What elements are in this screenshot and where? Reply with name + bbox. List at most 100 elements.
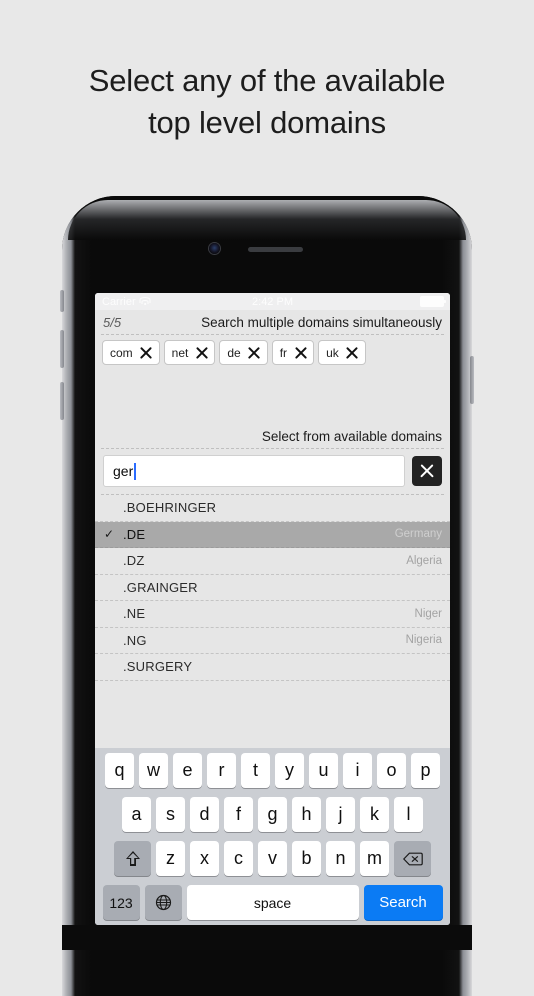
list-item-detail: Nigeria <box>405 634 442 647</box>
list-item[interactable]: ✓ .DZ Algeria <box>95 548 450 575</box>
list-item[interactable]: ✓ .DE Germany <box>95 521 450 548</box>
key-f[interactable]: f <box>224 797 253 832</box>
key-u[interactable]: u <box>309 753 338 788</box>
volume-up-button[interactable] <box>60 330 64 368</box>
domain-token-label: uk <box>326 345 339 360</box>
list-item-detail: Algeria <box>406 554 442 567</box>
list-item[interactable]: ✓ .GRAINGER <box>95 575 450 601</box>
list-item[interactable]: ✓ .NE Niger <box>95 601 450 628</box>
on-screen-keyboard: q w e r t y u i o p a s d f g h j k l z … <box>95 748 450 925</box>
list-item[interactable]: ✓ .SURGERY <box>95 654 450 681</box>
key-t[interactable]: t <box>241 753 270 788</box>
key-b[interactable]: b <box>292 841 321 876</box>
key-m[interactable]: m <box>360 841 389 876</box>
status-bar-clock: 2:42 PM <box>252 295 293 308</box>
list-item-label: .GRAINGER <box>123 579 198 595</box>
key-g[interactable]: g <box>258 797 287 832</box>
list-item-label: .DZ <box>123 553 145 569</box>
selection-counter: 5/5 <box>103 314 122 330</box>
domain-list: ✓ .BOEHRINGER ✓ .DE Germany ✓ .DZ Algeri… <box>95 495 450 728</box>
power-button[interactable] <box>470 356 474 404</box>
key-s[interactable]: s <box>156 797 185 832</box>
app-header: 5/5 Search multiple domains simultaneous… <box>95 310 450 334</box>
key-z[interactable]: z <box>156 841 185 876</box>
close-icon[interactable] <box>248 346 261 359</box>
domain-token-label: fr <box>279 345 288 360</box>
numbers-key[interactable]: 123 <box>102 885 140 920</box>
key-v[interactable]: v <box>258 841 287 876</box>
key-h[interactable]: h <box>292 797 321 832</box>
phone-top-bezel <box>68 200 466 240</box>
key-q[interactable]: q <box>105 753 134 788</box>
key-d[interactable]: d <box>190 797 219 832</box>
key-c[interactable]: c <box>224 841 253 876</box>
key-a[interactable]: a <box>122 797 151 832</box>
screenshot-root: Select any of the available top level do… <box>0 0 534 996</box>
domain-token[interactable]: uk <box>318 340 366 365</box>
keyboard-row-1: q w e r t y u i o p <box>97 753 448 788</box>
close-icon[interactable] <box>195 346 208 359</box>
space-key[interactable]: space <box>186 885 359 920</box>
domain-token[interactable]: net <box>163 340 216 365</box>
list-item-label: .SURGERY <box>123 659 193 675</box>
list-item-label: .BOEHRINGER <box>123 500 217 516</box>
list-item-label: .NG <box>123 632 147 648</box>
domain-token[interactable]: com <box>102 340 160 365</box>
search-key[interactable]: Search <box>363 885 443 920</box>
list-item-label: .NE <box>123 606 146 622</box>
key-l[interactable]: l <box>394 797 423 832</box>
key-w[interactable]: w <box>139 753 168 788</box>
search-row: ger <box>95 449 450 494</box>
earpiece-speaker <box>248 247 303 252</box>
status-bar: Carrier 2:42 PM <box>95 293 450 310</box>
globe-icon[interactable] <box>144 885 182 920</box>
clear-search-button[interactable] <box>412 456 442 486</box>
key-n[interactable]: n <box>326 841 355 876</box>
page-title-line-2: top level domains <box>148 105 386 140</box>
key-k[interactable]: k <box>360 797 389 832</box>
status-bar-right <box>420 296 446 307</box>
key-j[interactable]: j <box>326 797 355 832</box>
volume-down-button[interactable] <box>60 382 64 420</box>
page-title-line-1: Select any of the available <box>88 63 446 98</box>
check-icon: ✓ <box>103 527 115 542</box>
keyboard-row-4: 123 space Search <box>97 885 448 920</box>
key-x[interactable]: x <box>190 841 219 876</box>
search-input[interactable]: ger <box>103 455 405 487</box>
key-i[interactable]: i <box>343 753 372 788</box>
list-item-detail: Niger <box>414 607 442 620</box>
list-item-label: .DE <box>123 526 146 542</box>
silent-switch[interactable] <box>60 290 64 312</box>
content-spacer <box>95 372 450 429</box>
keyboard-row-3: z x c v b n m <box>97 841 448 876</box>
header-title: Search multiple domains simultaneously <box>201 314 442 330</box>
list-item-detail: Germany <box>394 528 442 541</box>
delete-icon[interactable] <box>394 841 431 876</box>
list-item[interactable]: ✓ .NG Nigeria <box>95 628 450 654</box>
domain-token-label: de <box>227 345 241 360</box>
close-icon[interactable] <box>346 346 359 359</box>
search-input-value: ger <box>113 463 134 479</box>
page-title: Select any of the available top level do… <box>0 60 534 144</box>
domain-token-label: com <box>110 345 133 360</box>
key-o[interactable]: o <box>377 753 406 788</box>
domain-token[interactable]: de <box>219 340 268 365</box>
list-item[interactable]: ✓ .BOEHRINGER <box>95 495 450 522</box>
shift-icon[interactable] <box>114 841 151 876</box>
close-icon[interactable] <box>140 346 153 359</box>
domain-token-label: net <box>171 345 189 360</box>
battery-icon <box>420 296 446 307</box>
keyboard-row-2: a s d f g h j k l <box>97 797 448 832</box>
list-empty-space <box>95 680 450 728</box>
key-p[interactable]: p <box>411 753 440 788</box>
key-y[interactable]: y <box>275 753 304 788</box>
text-caret <box>134 462 137 480</box>
front-camera-icon <box>209 243 220 254</box>
close-icon[interactable] <box>294 346 307 359</box>
phone-bottom-bezel <box>62 925 472 950</box>
key-r[interactable]: r <box>207 753 236 788</box>
available-domains-label: Select from available domains <box>261 429 442 444</box>
phone-screen: Carrier 2:42 PM 5/5 Search multiple doma… <box>95 293 450 925</box>
domain-token[interactable]: fr <box>271 340 315 365</box>
key-e[interactable]: e <box>173 753 202 788</box>
